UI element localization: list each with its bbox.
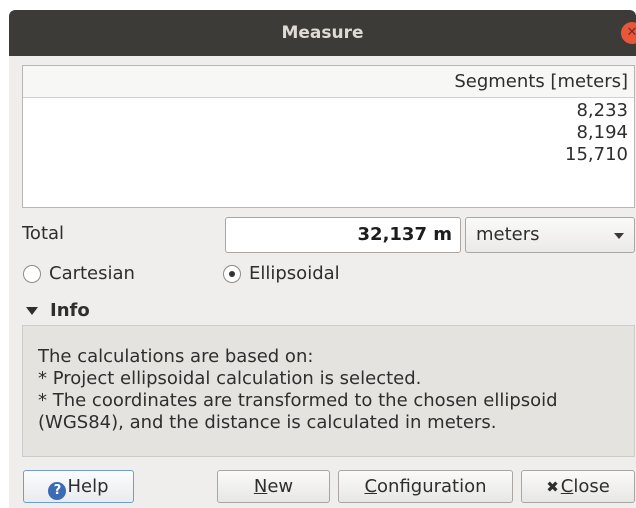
unit-dropdown-value: meters bbox=[476, 224, 540, 245]
segments-table[interactable]: Segments [meters] 8,233 8,194 15,710 bbox=[22, 65, 635, 208]
window-close-icon[interactable]: ✕ bbox=[621, 22, 636, 44]
configuration-button-label: Configuration bbox=[364, 476, 487, 497]
info-line: * The coordinates are transformed to the… bbox=[38, 390, 558, 411]
measure-dialog: Measure ✕ Segments [meters] 8,233 8,194 … bbox=[9, 10, 636, 508]
close-button[interactable]: ✖ Close bbox=[521, 470, 635, 503]
close-button-label: Close bbox=[560, 476, 610, 497]
radio-checked-icon bbox=[223, 265, 241, 283]
total-label: Total bbox=[22, 223, 65, 244]
unit-dropdown[interactable]: meters bbox=[465, 217, 635, 253]
cartesian-radio-label: Cartesian bbox=[49, 263, 135, 284]
help-button[interactable]: ? Help bbox=[23, 470, 134, 503]
help-icon: ? bbox=[48, 482, 67, 500]
chevron-down-icon bbox=[614, 233, 624, 239]
window-title: Measure bbox=[281, 23, 364, 43]
help-button-label: Help bbox=[67, 476, 109, 497]
close-icon: ✖ bbox=[546, 478, 559, 496]
info-line: (WGS84), and the distance is calculated … bbox=[38, 412, 497, 433]
table-row[interactable]: 8,194 bbox=[23, 122, 634, 144]
info-header-label: Info bbox=[50, 300, 90, 321]
radio-unchecked-icon bbox=[23, 265, 41, 283]
table-row[interactable]: 8,233 bbox=[23, 100, 634, 122]
segments-column-header[interactable]: Segments [meters] bbox=[23, 66, 634, 98]
ellipsoidal-radio-label: Ellipsoidal bbox=[249, 263, 340, 284]
cartesian-radio[interactable]: Cartesian bbox=[23, 262, 163, 286]
table-row[interactable]: 15,710 bbox=[23, 144, 634, 166]
ellipsoidal-radio[interactable]: Ellipsoidal bbox=[223, 262, 383, 286]
title-bar[interactable]: Measure ✕ bbox=[9, 10, 636, 56]
info-line: The calculations are based on: bbox=[38, 346, 314, 367]
total-value-field[interactable]: 32,137 m bbox=[225, 217, 461, 253]
info-line: * Project ellipsoidal calculation is sel… bbox=[38, 368, 422, 389]
new-button[interactable]: New bbox=[217, 470, 330, 503]
triangle-down-icon bbox=[26, 307, 38, 315]
configuration-button[interactable]: Configuration bbox=[338, 470, 513, 503]
new-button-label: New bbox=[253, 476, 294, 497]
info-panel: The calculations are based on: * Project… bbox=[22, 325, 635, 457]
